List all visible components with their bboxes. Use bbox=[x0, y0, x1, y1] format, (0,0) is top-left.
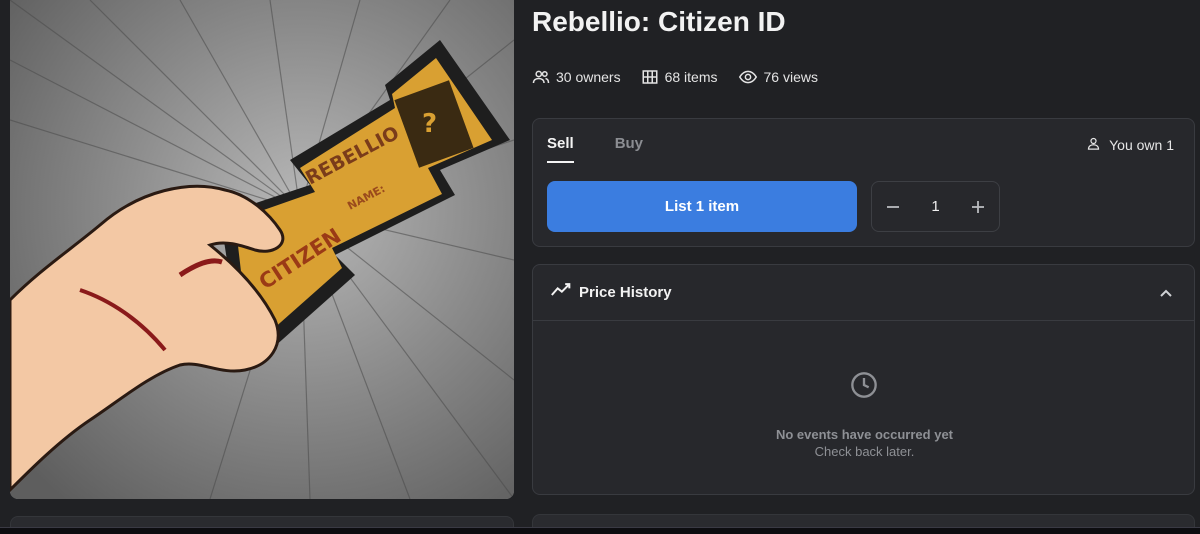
price-history-header[interactable]: Price History bbox=[533, 265, 1194, 321]
page-title: Rebellio: Citizen ID bbox=[532, 6, 786, 37]
quantity-value[interactable]: 1 bbox=[931, 198, 939, 215]
trend-icon bbox=[551, 282, 571, 303]
owners-stat[interactable]: 30 owners bbox=[532, 68, 621, 86]
tab-buy[interactable]: Buy bbox=[615, 135, 643, 163]
items-stat[interactable]: 68 items bbox=[641, 68, 718, 86]
list-item-button[interactable]: List 1 item bbox=[547, 181, 857, 232]
artwork-illustration: ? REBELLIO NAME: CITIZEN bbox=[10, 0, 514, 499]
ownership-indicator: You own 1 bbox=[1086, 136, 1174, 154]
minus-icon[interactable] bbox=[884, 198, 902, 216]
ownership-text: You own 1 bbox=[1109, 137, 1174, 153]
nft-artwork[interactable]: ? REBELLIO NAME: CITIZEN bbox=[10, 0, 514, 499]
grid-icon bbox=[641, 68, 659, 86]
price-history-panel: Price History No events have occurred ye… bbox=[532, 264, 1195, 495]
chevron-up-icon[interactable] bbox=[1158, 285, 1174, 301]
empty-state-title: No events have occurred yet bbox=[775, 427, 954, 442]
person-icon bbox=[1086, 136, 1101, 154]
plus-icon[interactable] bbox=[969, 198, 987, 216]
tab-sell[interactable]: Sell bbox=[547, 135, 574, 163]
views-stat: 76 views bbox=[738, 68, 818, 86]
eye-icon bbox=[738, 68, 758, 86]
trade-tabs: Sell Buy bbox=[547, 135, 643, 163]
clock-icon bbox=[850, 371, 878, 404]
people-icon bbox=[532, 68, 550, 86]
views-count: 76 views bbox=[763, 69, 818, 85]
price-history-title: Price History bbox=[579, 284, 672, 301]
items-count: 68 items bbox=[664, 69, 718, 85]
owners-count: 30 owners bbox=[556, 69, 621, 85]
empty-state-subtitle: Check back later. bbox=[814, 444, 915, 459]
quantity-stepper: 1 bbox=[871, 181, 1000, 232]
os-taskbar bbox=[0, 527, 1200, 534]
item-stats: 30 owners 68 items 76 views bbox=[532, 68, 818, 86]
trade-panel: Sell Buy You own 1 List 1 item 1 bbox=[532, 118, 1195, 247]
card-photo-mark: ? bbox=[422, 109, 437, 139]
